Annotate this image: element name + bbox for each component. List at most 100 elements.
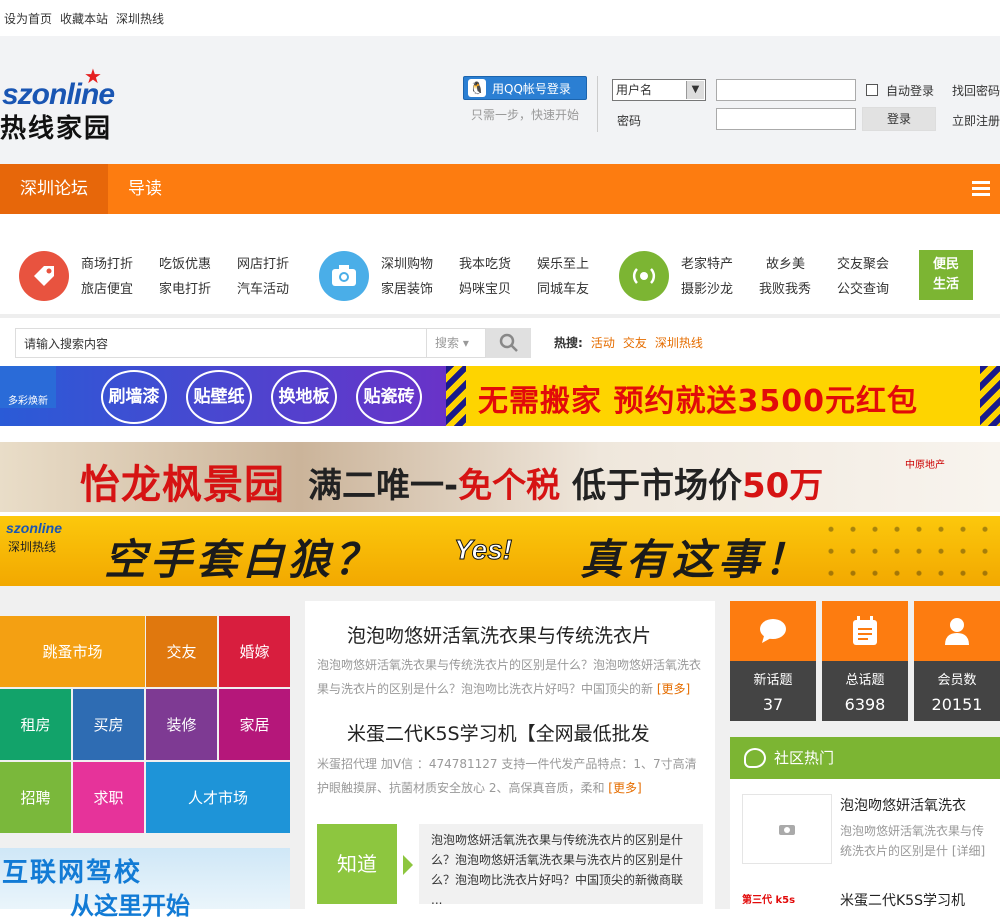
detail-link[interactable]: [详细] bbox=[952, 844, 985, 858]
login-button[interactable]: 登录 bbox=[862, 107, 936, 131]
cat-link[interactable]: 交友聚会 bbox=[837, 253, 889, 272]
hot-link[interactable]: 交友 bbox=[623, 334, 647, 351]
tile-rent[interactable]: 租房 bbox=[0, 689, 71, 760]
search-input[interactable]: 请输入搜索内容 bbox=[24, 335, 108, 352]
banner-logo: 多彩焕新 bbox=[0, 366, 56, 408]
auto-login-label: 自动登录 bbox=[886, 84, 935, 98]
szonline-link[interactable]: 深圳热线 bbox=[116, 10, 164, 27]
register-link[interactable]: 立即注册 bbox=[952, 112, 1000, 129]
cat-link[interactable]: 我败我秀 bbox=[759, 278, 811, 297]
tile-job-seek[interactable]: 求职 bbox=[73, 762, 144, 833]
tag-icon bbox=[19, 251, 69, 301]
cat-link[interactable]: 同城车友 bbox=[537, 278, 589, 297]
tile-buy-house[interactable]: 买房 bbox=[73, 689, 144, 760]
hot-link[interactable]: 活动 bbox=[591, 334, 615, 351]
stat-total-topics: 总话题 6398 bbox=[822, 601, 908, 721]
more-link[interactable]: [更多] bbox=[657, 682, 690, 696]
hot-link[interactable]: 深圳热线 bbox=[655, 334, 703, 351]
cat-link[interactable]: 娱乐至上 bbox=[537, 253, 589, 272]
cat-link[interactable]: 网店打折 bbox=[237, 253, 289, 272]
zhidao-logo: 知道 bbox=[317, 824, 397, 904]
zhidao-question[interactable]: 泡泡吻悠妍活氧洗衣果与传统洗衣片的区别是什么？泡泡吻悠妍活氧洗衣果与洗衣片的区别… bbox=[419, 824, 703, 907]
cat-link[interactable]: 摄影沙龙 bbox=[681, 278, 733, 297]
article-summary: 泡泡吻悠妍活氧洗衣果与传统洗衣片的区别是什么？泡泡吻悠妍活氧洗衣果与洗衣片的区别… bbox=[317, 653, 707, 701]
banner-pill: 换地板 bbox=[271, 370, 337, 424]
cat-link[interactable]: 深圳购物 bbox=[381, 253, 433, 272]
driving-school-ad[interactable]: 互联网驾校 从这里开始 bbox=[0, 848, 290, 920]
stat-value: 37 bbox=[762, 695, 784, 714]
hot-topic-summary: 泡泡吻悠妍活氧洗衣果与传统洗衣片的区别是什 [详细] bbox=[840, 821, 992, 861]
cat-link[interactable]: 我本吃货 bbox=[459, 253, 511, 272]
more-link[interactable]: [更多] bbox=[608, 781, 641, 795]
cat-link[interactable]: 妈咪宝贝 bbox=[459, 278, 511, 297]
tile-renovation[interactable]: 装修 bbox=[146, 689, 217, 760]
hot-topic-title[interactable]: 米蛋二代K5S学习机 bbox=[840, 890, 965, 910]
tile-flea-market[interactable]: 跳蚤市场 bbox=[0, 616, 145, 687]
search-type-dropdown[interactable]: 搜索 ▾ bbox=[426, 329, 486, 357]
cat-link[interactable]: 家电打折 bbox=[159, 278, 211, 297]
qq-penguin-icon: 🐧 bbox=[468, 79, 486, 97]
stripe-decoration bbox=[446, 366, 466, 426]
stat-value: 6398 bbox=[844, 695, 886, 714]
banner-text: 低于市场价 bbox=[571, 466, 742, 506]
username-input[interactable] bbox=[716, 79, 856, 101]
bookmark-link[interactable]: 收藏本站 bbox=[60, 10, 108, 27]
hot-topic-title[interactable]: 泡泡吻悠妍活氧洗衣 bbox=[840, 795, 966, 815]
menu-icon[interactable] bbox=[972, 181, 990, 197]
cat-link[interactable]: 汽车活动 bbox=[237, 278, 289, 297]
set-homepage-link[interactable]: 设为首页 bbox=[4, 10, 52, 27]
cat-link[interactable]: 商场打折 bbox=[81, 253, 133, 272]
stat-members: 会员数 20151 bbox=[914, 601, 1000, 721]
search-button[interactable] bbox=[486, 328, 531, 358]
convenience-button[interactable]: 便民 生活 bbox=[919, 250, 973, 300]
cat-link[interactable]: 旅店便宜 bbox=[81, 278, 133, 297]
signal-icon bbox=[619, 251, 669, 301]
password-label: 密码 bbox=[617, 114, 642, 128]
login-type-select[interactable]: 用户名 ▼ bbox=[612, 79, 706, 101]
tile-recruit[interactable]: 招聘 bbox=[0, 762, 71, 833]
banner-renovation[interactable]: 多彩焕新 刷墙漆 贴壁纸 换地板 贴瓷砖 无需搬家 预约就送3500元红包 bbox=[0, 366, 1000, 426]
stat-block: 会员数 20151 bbox=[914, 661, 1000, 721]
banner-property[interactable]: 怡龙枫景园 满二唯一-免个税 低于市场价50万 中原地产 bbox=[0, 442, 1000, 512]
tile-talent-market[interactable]: 人才市场 bbox=[146, 762, 290, 833]
nav-item-forum[interactable]: 深圳论坛 bbox=[0, 164, 108, 214]
banner-text: 满二唯一 bbox=[308, 466, 444, 506]
banner-pill: 贴壁纸 bbox=[186, 370, 252, 424]
nav-item-guide[interactable]: 导读 bbox=[128, 164, 162, 214]
article-title[interactable]: 泡泡吻悠妍活氧洗衣果与传统洗衣片 bbox=[347, 621, 651, 648]
auto-login-checkbox[interactable] bbox=[866, 84, 878, 96]
stat-label: 总话题 bbox=[845, 673, 885, 688]
banner-logo-cn: 深圳热线 bbox=[8, 540, 57, 554]
find-password-link[interactable]: 找回密码 bbox=[952, 82, 1000, 99]
banner-logo-en: szonline bbox=[6, 520, 63, 536]
banner-text-highlight: 免个税 bbox=[458, 466, 561, 506]
tile-home[interactable]: 家居 bbox=[219, 689, 290, 760]
cat-link[interactable]: 公交查询 bbox=[837, 278, 889, 297]
cat-link[interactable]: 家居装饰 bbox=[381, 278, 433, 297]
user-icon bbox=[914, 601, 1000, 661]
divider bbox=[597, 76, 598, 132]
cat-link[interactable]: 吃饭优惠 bbox=[159, 253, 211, 272]
article-summary: 米蛋招代理 加V信 ：474781127 支持一件代发产品特点：1、7寸高清护眼… bbox=[317, 752, 707, 800]
community-header: 社区热门 bbox=[730, 737, 1000, 779]
chevron-down-icon: ▼ bbox=[686, 81, 704, 99]
thumbnail[interactable] bbox=[742, 794, 832, 864]
category-strip: 商场打折 吃饭优惠 网店打折 旅店便宜 家电打折 汽车活动 深圳购物 我本吃货 … bbox=[0, 244, 1000, 308]
thumbnail[interactable]: 第三代 k5s bbox=[742, 887, 832, 909]
password-input[interactable] bbox=[716, 108, 856, 130]
cat-link[interactable]: 故乡美 bbox=[766, 253, 805, 272]
article-title[interactable]: 米蛋二代K5S学习机【全网最低批发 bbox=[347, 719, 650, 746]
tile-dating[interactable]: 交友 bbox=[146, 616, 217, 687]
stat-block: 新话题 37 bbox=[730, 661, 816, 721]
site-logo[interactable]: ★ szonline 热线家园 bbox=[0, 64, 140, 144]
qq-login-button[interactable]: 🐧 用QQ帐号登录 bbox=[463, 76, 587, 100]
logo-text-en: szonline bbox=[2, 78, 115, 111]
qq-login-label: 用QQ帐号登录 bbox=[492, 81, 571, 96]
banner-promo[interactable]: szonline 深圳热线 空手套白狼？ Yes! 真有这事！ bbox=[0, 516, 1000, 586]
top-links-bar: 设为首页 收藏本站 深圳热线 bbox=[0, 0, 1000, 36]
cat-link[interactable]: 老家特产 bbox=[681, 253, 733, 272]
tile-wedding[interactable]: 婚嫁 bbox=[219, 616, 290, 687]
camera-icon bbox=[779, 825, 795, 835]
chevron-down-icon: ▾ bbox=[462, 336, 469, 350]
agency-logo: 中原地产 bbox=[905, 460, 945, 471]
